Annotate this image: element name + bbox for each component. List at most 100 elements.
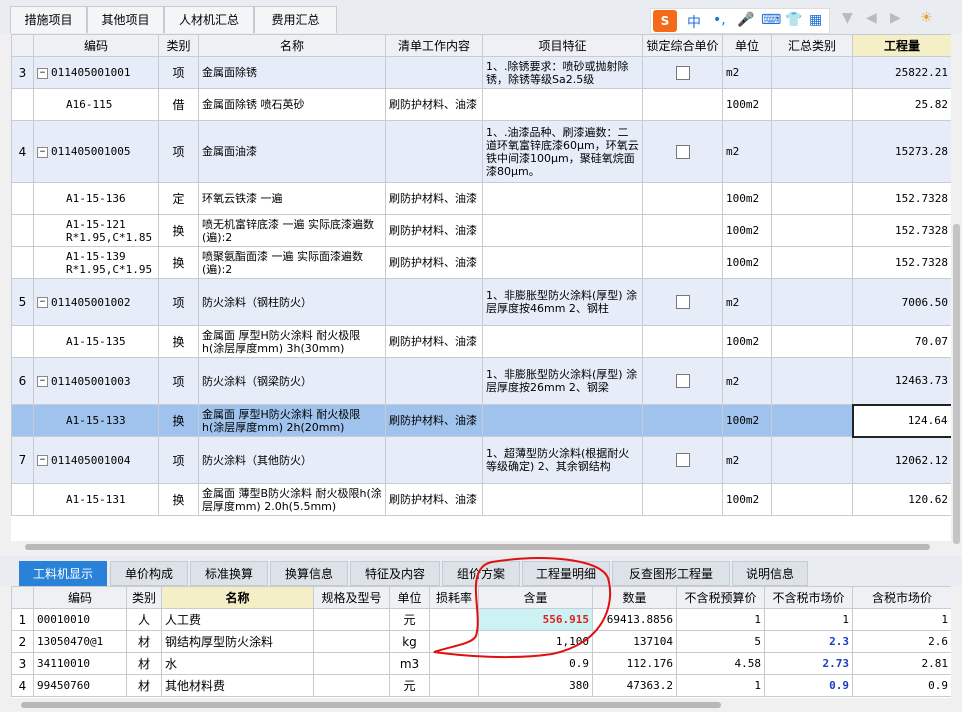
name-cell[interactable]: 金属面 厚型H防火涂料 耐火极限h(涂层厚度mm) 3h(30mm)	[198, 325, 386, 358]
feature-cell[interactable]: 1、非膨胀型防火涂料(厚型) 涂层厚度按26mm 2、钢梁	[482, 357, 643, 405]
tab-labor-material-summary[interactable]: 人材机汇总	[164, 6, 254, 33]
tab-quantity-detail[interactable]: 工程量明细	[522, 561, 610, 586]
content-cell[interactable]	[385, 278, 483, 326]
feature-cell[interactable]: 1、超薄型防火涂料(根据耐火等级确定) 2、其余钢结构	[482, 436, 643, 484]
budget-price-cell[interactable]: 1	[676, 674, 765, 697]
content-cell[interactable]: 刷防护材料、油漆	[385, 404, 483, 437]
arrow-right-icon[interactable]: ▶	[890, 10, 901, 26]
name-cell[interactable]: 喷无机富锌底漆 一遍 实际底漆遍数(遍):2	[198, 214, 386, 247]
type-cell[interactable]: 材	[126, 630, 162, 653]
lock-cell[interactable]	[642, 246, 723, 279]
loss-rate-cell[interactable]	[429, 674, 479, 697]
unit-cell[interactable]: 100m2	[722, 404, 772, 437]
lock-price-checkbox[interactable]	[675, 144, 690, 159]
lock-cell[interactable]	[642, 182, 723, 215]
header-summary-category[interactable]: 汇总类别	[771, 34, 853, 57]
tab-description[interactable]: 说明信息	[732, 561, 808, 586]
content-cell[interactable]: 刷防护材料、油漆	[385, 483, 483, 516]
name-cell[interactable]: 金属面 厚型H防火涂料 耐火极限h(涂层厚度mm) 2h(20mm)	[198, 404, 386, 437]
market-price-cell[interactable]: 0.9	[764, 674, 853, 697]
quantity-cell[interactable]: 70.07	[852, 325, 951, 358]
code-cell[interactable]: A1-15-121 R*1.95,C*1.85	[33, 214, 159, 247]
row-number[interactable]	[11, 246, 34, 279]
tab-labor-material-display[interactable]: 工料机显示	[19, 561, 107, 586]
summary-category-cell[interactable]	[771, 246, 853, 279]
code-cell[interactable]: 34110010	[33, 652, 127, 675]
content-cell[interactable]: 380	[478, 674, 593, 697]
content-cell[interactable]: 0.9	[478, 652, 593, 675]
lock-price-checkbox[interactable]	[675, 374, 690, 389]
name-cell[interactable]: 钢结构厚型防火涂料	[161, 630, 314, 653]
quantity-cell[interactable]: 15273.28	[852, 120, 951, 183]
tab-reverse-graphic-quantity[interactable]: 反查图形工程量	[612, 561, 730, 586]
material-row[interactable]: 2 13050470@1 材钢结构厚型防火涂料 kg 1,100 137104 5 2.3 2.…	[11, 630, 951, 653]
material-row[interactable]: 3 34110010 材水 m3 0.9 112.176 4.58 2.73 2.81	[11, 652, 951, 675]
bill-item-row[interactable]: 3−011405001001 项金属面除锈 1、.除锈要求：喷砂或抛射除锈，除锈等级…	[11, 56, 951, 89]
tab-fee-summary[interactable]: 费用汇总	[254, 6, 337, 33]
summary-category-cell[interactable]	[771, 56, 853, 89]
budget-price-cell[interactable]: 1	[676, 608, 765, 631]
spec-cell[interactable]	[313, 630, 390, 653]
unit-cell[interactable]: m2	[722, 120, 772, 183]
grid-horizontal-scroll-thumb[interactable]	[25, 544, 930, 550]
name-cell[interactable]: 环氧云铁漆 一遍	[198, 182, 386, 215]
budget-price-cell[interactable]: 4.58	[676, 652, 765, 675]
lock-cell[interactable]	[642, 120, 723, 183]
detail-header-spec[interactable]: 规格及型号	[313, 586, 390, 609]
code-cell[interactable]: A16-115	[33, 88, 159, 121]
lock-cell[interactable]	[642, 404, 723, 437]
row-number[interactable]	[11, 404, 34, 437]
quantity-cell[interactable]: 25822.21	[852, 56, 951, 89]
feature-cell[interactable]	[482, 325, 643, 358]
row-number[interactable]	[11, 182, 34, 215]
spec-cell[interactable]	[313, 674, 390, 697]
feature-cell[interactable]	[482, 483, 643, 516]
market-price-cell[interactable]: 1	[764, 608, 853, 631]
type-cell[interactable]: 定	[158, 182, 199, 215]
tax-market-price-cell[interactable]: 2.81	[852, 652, 951, 675]
detail-header-quantity[interactable]: 数量	[592, 586, 677, 609]
content-cell[interactable]	[385, 120, 483, 183]
code-cell[interactable]: A1-15-135	[33, 325, 159, 358]
code-cell[interactable]: −011405001004	[33, 436, 159, 484]
row-number[interactable]: 3	[11, 652, 34, 675]
unit-cell[interactable]: 100m2	[722, 182, 772, 215]
detail-horizontal-scroll-thumb[interactable]	[21, 702, 721, 708]
code-cell[interactable]: A1-15-131	[33, 483, 159, 516]
feature-cell[interactable]	[482, 404, 643, 437]
quantity-cell[interactable]: 69413.8856	[592, 608, 677, 631]
tab-measures[interactable]: 措施项目	[10, 6, 87, 33]
content-cell[interactable]: 556.915	[478, 608, 593, 631]
unit-cell[interactable]: m2	[722, 278, 772, 326]
collapse-icon[interactable]: −	[37, 376, 48, 387]
name-cell[interactable]: 金属面除锈 喷石英砂	[198, 88, 386, 121]
code-cell[interactable]: A1-15-136	[33, 182, 159, 215]
unit-cell[interactable]: m2	[722, 436, 772, 484]
tax-market-price-cell[interactable]: 0.9	[852, 674, 951, 697]
feature-cell[interactable]: 1、.除锈要求：喷砂或抛射除锈，除锈等级Sa2.5级	[482, 56, 643, 89]
lock-cell[interactable]	[642, 56, 723, 89]
type-cell[interactable]: 换	[158, 246, 199, 279]
settings-icon[interactable]: ☀	[920, 10, 933, 26]
code-cell[interactable]: −011405001002	[33, 278, 159, 326]
summary-category-cell[interactable]	[771, 436, 853, 484]
content-cell[interactable]: 1,100	[478, 630, 593, 653]
lock-price-checkbox[interactable]	[675, 65, 690, 80]
grid-vertical-scroll-thumb[interactable]	[953, 224, 960, 544]
unit-cell[interactable]: 100m2	[722, 88, 772, 121]
name-cell[interactable]: 防火涂料（钢柱防火）	[198, 278, 386, 326]
code-cell[interactable]: −011405001005	[33, 120, 159, 183]
row-number[interactable]	[11, 88, 34, 121]
quota-row[interactable]: A1-15-131 换金属面 薄型B防火涂料 耐火极限h(涂层厚度mm) 2.0h…	[11, 483, 951, 516]
quantity-cell[interactable]: 137104	[592, 630, 677, 653]
tab-pricing-plan[interactable]: 组价方案	[442, 561, 520, 586]
summary-category-cell[interactable]	[771, 483, 853, 516]
content-cell[interactable]: 刷防护材料、油漆	[385, 325, 483, 358]
type-cell[interactable]: 换	[158, 483, 199, 516]
detail-header-type[interactable]: 类别	[126, 586, 162, 609]
summary-category-cell[interactable]	[771, 278, 853, 326]
quota-row[interactable]: A1-15-121 R*1.95,C*1.85 换喷无机富锌底漆 一遍 实际底漆遍…	[11, 214, 951, 247]
type-cell[interactable]: 换	[158, 214, 199, 247]
row-number[interactable]: 3	[11, 56, 34, 89]
row-number[interactable]: 2	[11, 630, 34, 653]
